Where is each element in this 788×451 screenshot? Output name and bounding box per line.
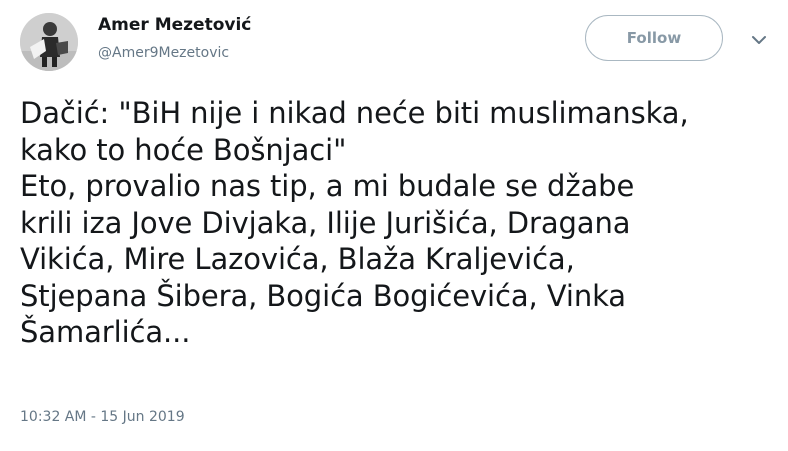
avatar-photo xyxy=(20,13,78,71)
follow-button[interactable]: Follow xyxy=(585,15,723,61)
author-handle[interactable]: @Amer9Mezetovic xyxy=(98,45,229,61)
tweet-line: krili iza Jove Divjaka, Ilije Jurišića, … xyxy=(20,205,631,240)
tweet-line: kako to hoće Bošnjaci" xyxy=(20,132,347,167)
avatar[interactable] xyxy=(20,13,78,71)
chevron-down-icon[interactable] xyxy=(750,32,768,46)
tweet-line: Stjepana Šibera, Bogića Bogićevića, Vink… xyxy=(20,278,626,313)
tweet-line: Vikića, Mire Lazovića, Blaža Kraljevića, xyxy=(20,242,575,276)
tweet-line: Dačić: "BiH nije i nikad neće biti musli… xyxy=(20,96,689,130)
author-name[interactable]: Amer Mezetović xyxy=(98,15,251,35)
tweet-line: Šamarlića... xyxy=(20,315,191,349)
tweet-text: Dačić: "BiH nije i nikad neće biti musli… xyxy=(20,95,770,351)
tweet-line: Eto, provalio nas tip, a mi budale se dž… xyxy=(20,169,635,203)
tweet-timestamp[interactable]: 10:32 AM - 15 Jun 2019 xyxy=(20,409,185,425)
